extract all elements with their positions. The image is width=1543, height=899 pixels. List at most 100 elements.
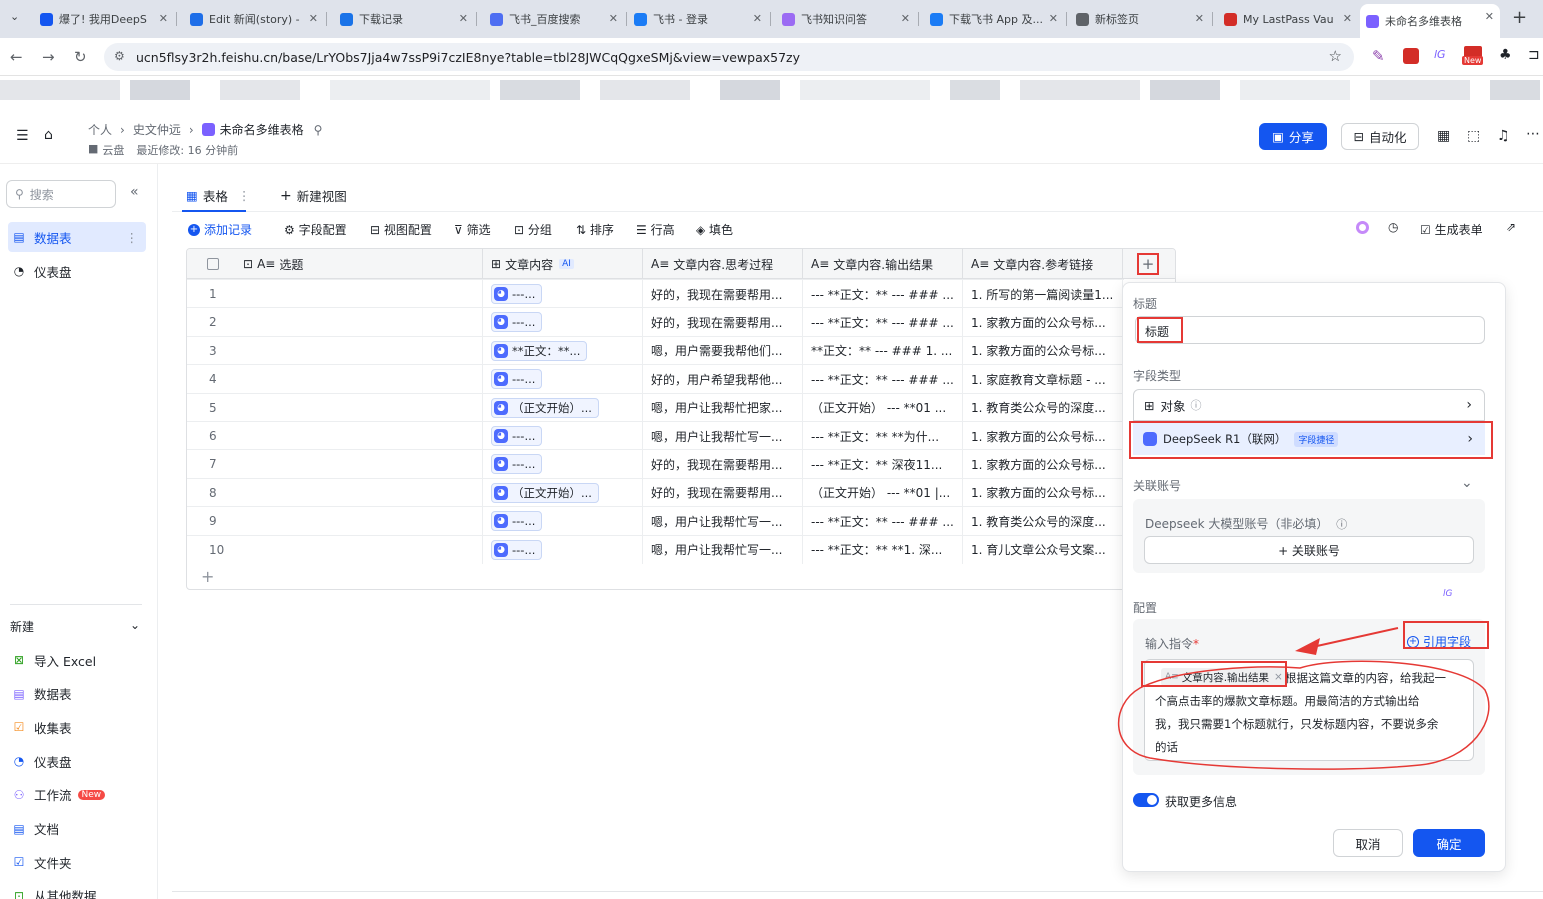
sidebar-item-0[interactable]: ▤ 数据表 ⋮ (8, 222, 146, 252)
close-tab-icon[interactable]: ✕ (901, 12, 910, 25)
cell-reference[interactable]: 1. 家教方面的公众号标... (963, 308, 1123, 337)
browser-tab[interactable]: 飞书 - 登录 ✕ (628, 6, 768, 32)
cell-output[interactable]: （正文开始） --- **01 ... (803, 393, 963, 422)
column-header-thinking[interactable]: A≡ 文章内容.思考过程 (643, 249, 803, 279)
cell-topic[interactable] (235, 450, 483, 479)
table-row[interactable]: 9 ◕ ---... 嗯，用户让我帮忙写一... --- **正文：** --- ###… (187, 506, 1124, 536)
cell-reference[interactable]: 1. 家教方面的公众号标... (963, 478, 1123, 507)
close-tab-icon[interactable]: ✕ (1485, 10, 1494, 23)
table-row[interactable]: 7 ◕ ---... 好的，我现在需要帮用... --- **正文：** 深夜11...… (187, 449, 1124, 479)
fill-color-button[interactable]: ◈ 填色 (696, 221, 733, 238)
table-row[interactable]: 4 ◕ ---... 好的，用户希望我帮他... --- **正文：** --- ###… (187, 364, 1124, 394)
cell-reference[interactable]: 1. 所写的第一篇阅读量1... (963, 280, 1123, 308)
new-section-header[interactable]: 新建 ⌄ (10, 618, 140, 635)
field-config-button[interactable]: ⚙ 字段配置 (284, 221, 347, 238)
cell-content[interactable]: ◕ ---... (483, 450, 643, 479)
site-info-icon[interactable]: ⚙ (114, 49, 125, 63)
cell-reference[interactable]: 1. 家教方面的公众号标... (963, 450, 1123, 479)
filter-button[interactable]: ⊽ 筛选 (454, 221, 491, 238)
breadcrumb-personal[interactable]: 个人 (88, 121, 112, 138)
back-icon[interactable]: ← (10, 48, 23, 66)
table-row[interactable]: 3 ◕ **正文：**... 嗯，用户需要我帮他们... **正文：** --- ###… (187, 335, 1124, 365)
view-more-icon[interactable]: ⋮ (238, 188, 251, 203)
extension-puzzle-icon[interactable]: ♣ (1499, 47, 1512, 63)
cell-output[interactable]: --- **正文：** --- ### ... (803, 280, 963, 308)
cell-thinking[interactable]: 好的，我现在需要帮用... (643, 478, 803, 507)
collapse-sidebar-icon[interactable]: « (130, 184, 139, 200)
pdf-extension-icon[interactable] (1403, 48, 1419, 64)
close-tab-icon[interactable]: ✕ (1049, 12, 1058, 25)
cell-topic[interactable] (235, 365, 483, 394)
export-icon[interactable]: ⇗ (1506, 220, 1516, 234)
browser-tab[interactable]: 未命名多维表格 ✕ (1360, 4, 1500, 38)
new-item-3[interactable]: ◔ 仪表盘 (8, 746, 146, 776)
browser-tab[interactable]: Edit 新闻(story) - ✕ (184, 6, 324, 32)
browser-tab[interactable]: 下载飞书 App 及... ✕ (924, 6, 1064, 32)
content-chip[interactable]: ◕ ---... (491, 426, 543, 446)
content-chip[interactable]: ◕ ---... (491, 312, 543, 333)
table-row[interactable]: 8 ◕ （正文开始）... 好的，我现在需要帮用... （正文开始） --- **01 … (187, 477, 1124, 507)
content-chip[interactable]: ◕ ---... (491, 369, 543, 390)
cell-reference[interactable]: 1. 家教方面的公众号标... (963, 336, 1123, 365)
cell-content[interactable]: ◕ ---... (483, 535, 643, 564)
new-item-1[interactable]: ▤ 数据表 (8, 679, 146, 709)
column-header-content[interactable]: ⊞ 文章内容 AI (483, 249, 643, 279)
cell-reference[interactable]: 1. 家教方面的公众号标... (963, 422, 1123, 450)
column-header-topic[interactable]: ⊡ A≡ 选题 (235, 249, 483, 279)
content-chip[interactable]: ◕ ---... (491, 539, 543, 560)
link-account-button[interactable]: + 关联账号 (1144, 536, 1474, 564)
browser-tab[interactable]: 新标签页 ✕ (1070, 6, 1210, 32)
pen-extension-icon[interactable]: ✎ (1372, 47, 1385, 65)
template-icon[interactable]: ▦ (1437, 128, 1450, 144)
cell-reference[interactable]: 1. 家庭教育文章标题 - ... (963, 365, 1123, 394)
new-item-4[interactable]: ⚇ 工作流 New (8, 780, 146, 810)
cell-topic[interactable] (235, 478, 483, 507)
cell-content[interactable]: ◕ ---... (483, 422, 643, 450)
add-row-button[interactable]: + (201, 567, 214, 586)
translate-extension-icon[interactable]: lG (1434, 48, 1446, 61)
add-record-button[interactable]: + 添加记录 (188, 221, 252, 238)
add-field-button[interactable]: + (1137, 253, 1159, 275)
more-info-toggle[interactable] (1133, 793, 1159, 807)
cell-topic[interactable] (235, 507, 483, 536)
cell-thinking[interactable]: 好的，我现在需要帮用... (643, 308, 803, 337)
more-icon[interactable]: ⋮ (126, 230, 139, 245)
new-item-5[interactable]: ▤ 文档 (8, 814, 146, 844)
browser-tab[interactable]: 飞书知识问答 ✕ (776, 6, 916, 32)
cell-content[interactable]: ◕ ---... (483, 280, 643, 308)
cell-content[interactable]: ◕ （正文开始）... (483, 393, 643, 422)
group-button[interactable]: ⊡ 分组 (514, 221, 552, 238)
cell-content[interactable]: ◕ ---... (483, 365, 643, 394)
close-tab-icon[interactable]: ✕ (309, 12, 318, 25)
cell-topic[interactable] (235, 393, 483, 422)
expand-sidebar-icon[interactable]: ☰ (16, 128, 29, 144)
cell-content[interactable]: ◕ ---... (483, 308, 643, 337)
cell-thinking[interactable]: 好的，我现在需要帮用... (643, 450, 803, 479)
cell-thinking[interactable]: 好的，我现在需要帮用... (643, 280, 803, 308)
automation-button[interactable]: ⊟ 自动化 (1341, 123, 1419, 150)
cell-output[interactable]: --- **正文：** --- ### ... (803, 507, 963, 536)
table-row[interactable]: 10 ◕ ---... 嗯，用户让我帮忙写一... --- **正文：** **1. 深… (187, 534, 1124, 564)
content-chip[interactable]: ◕ ---... (491, 511, 543, 532)
new-extension-icon[interactable]: New (1462, 46, 1486, 66)
confirm-button[interactable]: 确定 (1413, 829, 1485, 857)
cell-output[interactable]: --- **正文：** --- ### ... (803, 308, 963, 337)
tab-search-icon[interactable]: ⌄ (10, 10, 19, 23)
content-chip[interactable]: ◕ ---... (491, 284, 543, 304)
cell-thinking[interactable]: 嗯，用户需要我帮他们... (643, 336, 803, 365)
address-bar[interactable]: ⚙ ucn5flsy3r2h.feishu.cn/base/LrYObs7Jja… (104, 43, 1354, 71)
ai-orb-icon[interactable] (1356, 221, 1369, 234)
browser-tab[interactable]: 飞书_百度搜索 ✕ (484, 6, 624, 32)
side-panel-icon[interactable]: ⊐ (1528, 47, 1540, 63)
cell-output[interactable]: --- **正文：** --- ### ... (803, 365, 963, 394)
content-chip[interactable]: ◕ （正文开始）... (491, 397, 599, 418)
cell-output[interactable]: --- **正文：** 深夜11... (803, 450, 963, 479)
close-tab-icon[interactable]: ✕ (459, 12, 468, 25)
title-input[interactable] (1135, 316, 1485, 344)
close-tab-icon[interactable]: ✕ (609, 12, 618, 25)
table-row[interactable]: 1 ◕ ---... 好的，我现在需要帮用... --- **正文：** --- ###… (187, 279, 1124, 308)
new-item-6[interactable]: ☑ 文件夹 (8, 847, 146, 877)
cell-thinking[interactable]: 嗯，用户让我帮忙把家... (643, 393, 803, 422)
cell-reference[interactable]: 1. 教育类公众号的深度... (963, 507, 1123, 536)
content-chip[interactable]: ◕ ---... (491, 454, 543, 475)
